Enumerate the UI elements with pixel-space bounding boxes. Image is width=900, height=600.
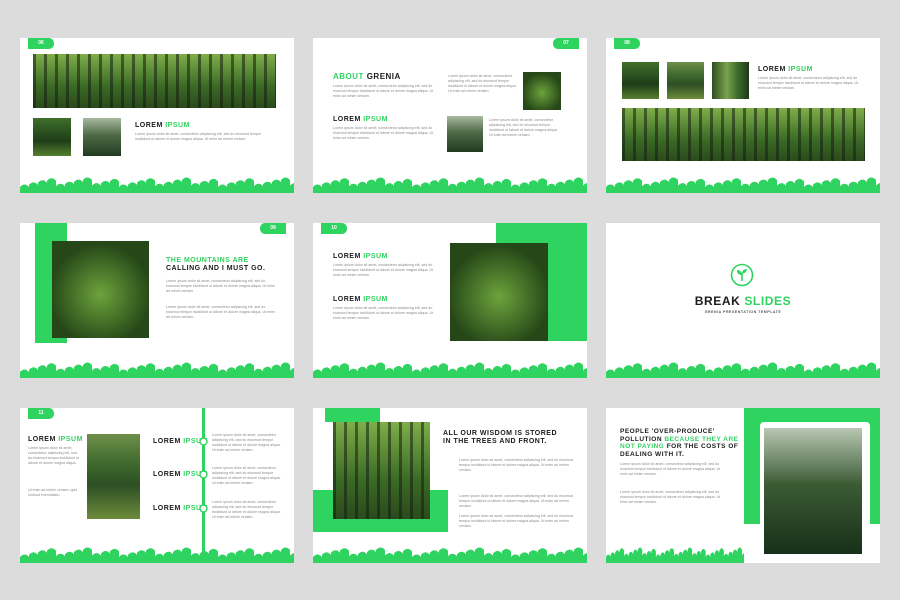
slide-pollution[interactable]: PEOPLE 'OVER-PRODUCE' POLLUTION BECAUSE …	[606, 408, 880, 563]
page-number: 10	[321, 223, 347, 234]
forest-silhouette-footer	[313, 176, 587, 193]
timeline-text-1: Lorem ipsum dolor sit amet, consectetur …	[212, 433, 281, 452]
body-text-right-2: Lorem ipsum dolor sit amet, consectetur …	[489, 118, 558, 137]
body-text-1: Lorem ipsum dolor sit amet, consectetur …	[333, 263, 434, 277]
body-text: Lorem ipsum dolor sit amet, consectetur …	[758, 76, 859, 90]
forest-banner-photo	[33, 54, 276, 108]
page-number: 06	[28, 38, 54, 49]
lorem-ipsum-heading: LOREM IPSUM	[758, 66, 813, 73]
forest-photo-small-1	[33, 118, 71, 156]
body-text-2: Lorem ipsum dolor sit amet, consectetur …	[333, 306, 434, 320]
seedling-icon	[730, 263, 754, 287]
lorem-ipsum-heading-2: LOREM IPSUM	[333, 296, 388, 303]
pollution-quote: PEOPLE 'OVER-PRODUCE' POLLUTION BECAUSE …	[620, 428, 739, 458]
forest-silhouette-footer	[606, 546, 744, 563]
waterfall-photo	[447, 116, 483, 152]
hummingbird-photo	[450, 243, 548, 341]
lorem-ipsum-heading: LOREM IPSUM	[135, 122, 190, 129]
forest-thumb-3	[712, 62, 749, 99]
pine-forest-photo	[764, 428, 862, 554]
page-number: 07	[553, 38, 579, 49]
forest-silhouette-footer	[313, 361, 587, 378]
slide-10[interactable]: 10 LOREM IPSUM Lorem ipsum dolor sit ame…	[313, 223, 587, 378]
mountains-quote: THE MOUNTAINS ARE CALLING AND I MUST GO.	[166, 257, 266, 272]
body-text-3: Lorem ipsum dolor sit amet, consectetur …	[459, 514, 573, 528]
pine-sapling-photo	[52, 241, 149, 338]
accent-block-top	[325, 408, 380, 422]
timeline-text-2: Lorem ipsum dolor sit amet, consectetur …	[212, 466, 281, 485]
lorem-ipsum-heading-1: LOREM IPSUM	[333, 253, 388, 260]
body-text: Lorem ipsum dolor sit amet, consectetur …	[135, 132, 262, 141]
body-text-right-1: Lorem ipsum dolor sit amet, consectetur …	[448, 74, 517, 93]
forest-thumb-2	[667, 62, 704, 99]
body-text-2: Lorem ipsum dolor sit amet, consectetur …	[459, 494, 573, 508]
body-text-left-a: Lorem ipsum dolor sit amet, consectetur …	[28, 446, 79, 465]
forest-photo-small-2	[83, 118, 121, 156]
break-slides-title: BREAK SLIDES	[694, 294, 792, 308]
slide-11[interactable]: 11 LOREM IPSUM Lorem ipsum dolor sit ame…	[20, 408, 294, 563]
body-text-2: Lorem ipsum dolor sit amet, consectetur …	[620, 490, 721, 504]
body-text: Lorem ipsum dolor sit amet, consectetur …	[333, 126, 434, 140]
timeline-line	[202, 408, 205, 563]
forest-person-photo	[333, 422, 430, 519]
break-subtitle: GRENIA PRESENTATION TEMPLATE	[704, 310, 782, 314]
forest-photo-right	[523, 72, 561, 110]
forest-path-photo	[87, 434, 140, 519]
forest-silhouette-footer	[606, 361, 880, 378]
forest-silhouette-footer	[20, 176, 294, 193]
slide-wisdom[interactable]: ALL OUR WISDOM IS STORED IN THE TREES AN…	[313, 408, 587, 563]
lorem-ipsum-heading: LOREM IPSUM	[333, 116, 388, 123]
page-number: 11	[28, 408, 54, 419]
body-text-1: Lorem ipsum dolor sit amet, consectetur …	[620, 462, 721, 476]
forest-silhouette-footer	[606, 176, 880, 193]
body-text-1: Lorem ipsum dolor sit amet, consectetur …	[459, 458, 573, 472]
page-number: 09	[260, 223, 286, 234]
slide-09[interactable]: 09 THE MOUNTAINS ARE CALLING AND I MUST …	[20, 223, 294, 378]
timeline-dot-1	[199, 437, 208, 446]
timeline-dot-3	[199, 504, 208, 513]
body-text-2: Lorem ipsum dolor sit amet, consectetur …	[166, 305, 275, 319]
page-number: 08	[614, 38, 640, 49]
forest-wide-photo	[622, 108, 865, 161]
slide-07[interactable]: 07 ABOUT GRENIA Lorem ipsum dolor sit am…	[313, 38, 587, 193]
about-text: Lorem ipsum dolor sit amet, consectetur …	[333, 84, 434, 98]
slide-break[interactable]: BREAK SLIDES GRENIA PRESENTATION TEMPLAT…	[606, 223, 880, 378]
forest-silhouette-footer	[313, 546, 587, 563]
slide-08[interactable]: 08 LOREM IPSUM Lorem ipsum dolor sit ame…	[606, 38, 880, 193]
forest-thumb-1	[622, 62, 659, 99]
forest-silhouette-footer	[20, 361, 294, 378]
wisdom-quote: ALL OUR WISDOM IS STORED IN THE TREES AN…	[443, 430, 558, 445]
lorem-ipsum-heading: LOREM IPSUM	[28, 436, 83, 443]
body-text-left-b: Ut enim ad minim veniam, quis nostrud ex…	[28, 488, 78, 497]
forest-silhouette-footer	[20, 546, 294, 563]
slide-06[interactable]: 06 LOREM IPSUM Lorem ipsum dolor sit ame…	[20, 38, 294, 193]
body-text-1: Lorem ipsum dolor sit amet, consectetur …	[166, 279, 275, 293]
about-grenia-title: ABOUT GRENIA	[333, 72, 401, 81]
timeline-dot-2	[199, 470, 208, 479]
timeline-text-3: Lorem ipsum dolor sit amet, consectetur …	[212, 500, 281, 519]
